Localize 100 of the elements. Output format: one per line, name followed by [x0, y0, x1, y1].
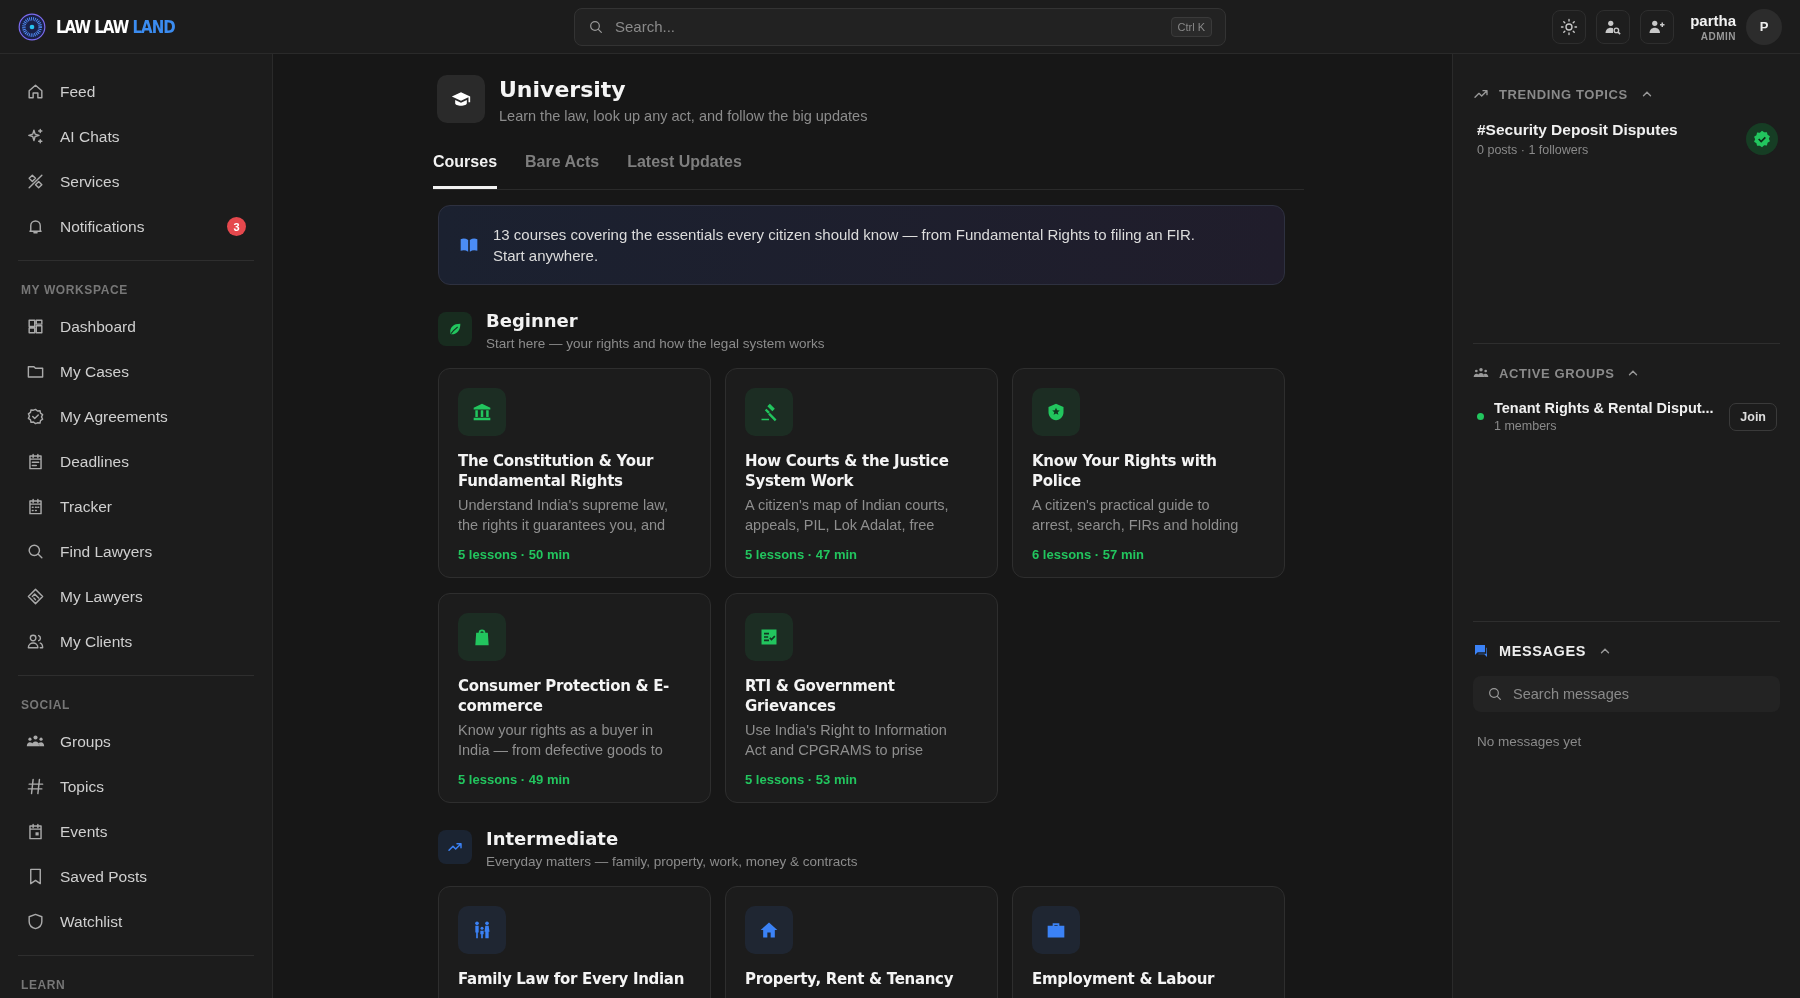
course-card[interactable]: Employment & Labour	[1012, 886, 1285, 998]
group-members: 1 members	[1494, 419, 1558, 433]
course-meta: 6 lessons · 57 min	[1032, 547, 1145, 562]
course-card[interactable]: Property, Rent & Tenancy	[725, 886, 998, 998]
course-card[interactable]: How Courts & the Justice System Work A citizen's map of Indian courts, appeals, PIL, Lok Adalat, free 5 lessons · 47 min	[725, 368, 998, 578]
course-meta: 5 lessons · 50 min	[458, 547, 571, 562]
course-description: Know your rights as a buyer in India — from defective goods to	[458, 721, 664, 760]
verified-badge-icon	[1752, 129, 1772, 149]
sidebar-item[interactable]: AI Chats	[18, 114, 254, 159]
hash-icon	[26, 777, 45, 796]
course-title: Employment & Labour	[1032, 969, 1216, 989]
sidebar-item[interactable]: Topics	[18, 764, 254, 809]
sidebar-item[interactable]: Services	[18, 159, 254, 204]
course-title: RTI & Government Grievances	[745, 676, 896, 716]
theme-toggle-button[interactable]	[1552, 9, 1587, 44]
banner-text: 13 courses covering the essentials every citizen should know — from Fundamental Rights to filing an FIR. Start anywhere.	[493, 225, 1196, 266]
section-title: Intermediate	[486, 828, 620, 849]
sidebar-item[interactable]: Find Lawyers	[18, 529, 254, 574]
shopping-bag-icon	[472, 627, 492, 647]
course-meta: 5 lessons · 53 min	[745, 772, 858, 787]
course-title: The Constitution & Your Fundamental Rights	[458, 451, 655, 491]
panel-heading: MESSAGES	[1499, 643, 1586, 659]
course-card[interactable]: Consumer Protection & E-commerce Know your rights as a buyer in India — from defective goods to 5 lessons · 49 min	[438, 593, 711, 803]
sidebar-item[interactable]: Events	[18, 809, 254, 854]
sidebar-item[interactable]: Watchlist	[18, 899, 254, 944]
course-card[interactable]: RTI & Government Grievances Use India's Right to Information Act and CPGRAMS to prise 5 lessons · 53 min	[725, 593, 998, 803]
sidebar-item[interactable]: Groups	[18, 719, 254, 764]
course-title: Know Your Rights with Police	[1032, 451, 1218, 491]
panel-heading: TRENDING TOPICS	[1499, 86, 1628, 102]
shield-star-icon	[1046, 402, 1066, 422]
sparkles-icon	[26, 127, 45, 146]
tab[interactable]: Courses	[433, 138, 498, 189]
section-subtitle: Everyday matters — family, property, work, money & contracts	[486, 854, 858, 869]
house-icon	[759, 920, 779, 940]
page-title: University	[499, 77, 627, 102]
course-description: Use India's Right to Information Act and CPGRAMS to prise	[745, 721, 948, 760]
sidebar-item[interactable]: Tracker	[18, 484, 254, 529]
calendar-icon	[26, 452, 45, 471]
briefcase-icon	[1046, 920, 1066, 940]
brand-logo: LAW LAW LAND	[56, 16, 175, 37]
section-heading: MY WORKSPACE	[20, 283, 129, 297]
logo-icon	[18, 12, 46, 41]
course-card[interactable]: The Constitution & Your Fundamental Rights Understand India's supreme law, the rights it guarantees you, and 5 lessons · 50 min	[438, 368, 711, 578]
tab[interactable]: Bare Acts	[525, 138, 600, 189]
add-user-button[interactable]	[1640, 9, 1675, 44]
calendar-icon	[26, 497, 45, 516]
empty-state-text: No messages yet	[1476, 734, 1583, 749]
course-description: Understand India's supreme law, the rights it guarantees you, and	[458, 496, 669, 535]
tab[interactable]: Latest Updates	[627, 138, 742, 189]
section-subtitle: Start here — your rights and how the legal system works	[486, 336, 825, 351]
page-subtitle: Learn the law, look up any act, and follow the big updates	[499, 108, 868, 124]
course-card[interactable]: Know Your Rights with Police A citizen's practical guide to arrest, search, FIRs and holding 6 lessons · 57 min	[1012, 368, 1285, 578]
dashboard-icon	[26, 317, 45, 336]
sidebar-item[interactable]: Feed	[18, 69, 254, 114]
search-icon	[26, 542, 45, 561]
bank-icon	[472, 402, 492, 422]
follow-status[interactable]	[1746, 123, 1778, 155]
sidebar-item[interactable]: Saved Posts	[18, 854, 254, 899]
topic-stats: 0 posts · 1 followers	[1477, 143, 1590, 157]
sun-icon	[1560, 17, 1579, 36]
course-meta: 5 lessons · 49 min	[458, 772, 571, 787]
home-icon	[26, 82, 45, 101]
join-button[interactable]: Join	[1729, 402, 1777, 431]
shield-icon	[26, 912, 45, 931]
bell-icon	[26, 217, 45, 236]
message-search-field[interactable]: Search messages	[1473, 676, 1780, 712]
course-meta: 5 lessons · 47 min	[745, 547, 858, 562]
family-icon	[472, 920, 492, 940]
sidebar-item[interactable]: My Lawyers	[18, 574, 254, 619]
gavel-icon	[759, 402, 779, 422]
leaf-icon	[447, 321, 463, 337]
course-description: A citizen's map of Indian courts, appeals, PIL, Lok Adalat, free	[745, 496, 950, 535]
group-link[interactable]: Tenant Rights & Rental Disput...	[1494, 400, 1720, 416]
calendar-icon	[26, 822, 45, 841]
checklist-icon	[759, 627, 779, 647]
sidebar-item[interactable]: Deadlines	[18, 439, 254, 484]
notification-count: 3	[227, 217, 246, 236]
sidebar-item[interactable]: Notifications 3	[18, 204, 254, 249]
avatar[interactable]: P	[1746, 8, 1782, 45]
users-icon	[26, 632, 45, 651]
user-name: partha	[1690, 11, 1736, 29]
sidebar-item[interactable]: My Agreements	[18, 394, 254, 439]
course-title: Property, Rent & Tenancy	[745, 969, 955, 989]
sidebar-item[interactable]: My Clients	[18, 619, 254, 664]
course-title: Family Law for Every Indian	[458, 969, 686, 989]
section-heading: SOCIAL	[20, 698, 71, 712]
chat-icon	[1473, 643, 1489, 659]
course-title: Consumer Protection & E-commerce	[458, 676, 671, 716]
topic-link[interactable]: #Security Deposit Disputes	[1477, 121, 1746, 139]
user-role: ADMIN	[1700, 30, 1736, 42]
course-description: A citizen's practical guide to arrest, search, FIRs and holding	[1032, 496, 1240, 535]
section-heading: LEARN	[20, 978, 67, 992]
course-card[interactable]: Family Law for Every Indian	[438, 886, 711, 998]
find-user-button[interactable]	[1596, 9, 1631, 44]
course-title: How Courts & the Justice System Work	[745, 451, 950, 491]
section-title: Beginner	[486, 310, 579, 331]
badge-check-icon	[26, 407, 45, 426]
sidebar-item[interactable]: Dashboard	[18, 304, 254, 349]
sidebar-item[interactable]: My Cases	[18, 349, 254, 394]
panel-heading: ACTIVE GROUPS	[1499, 365, 1615, 381]
